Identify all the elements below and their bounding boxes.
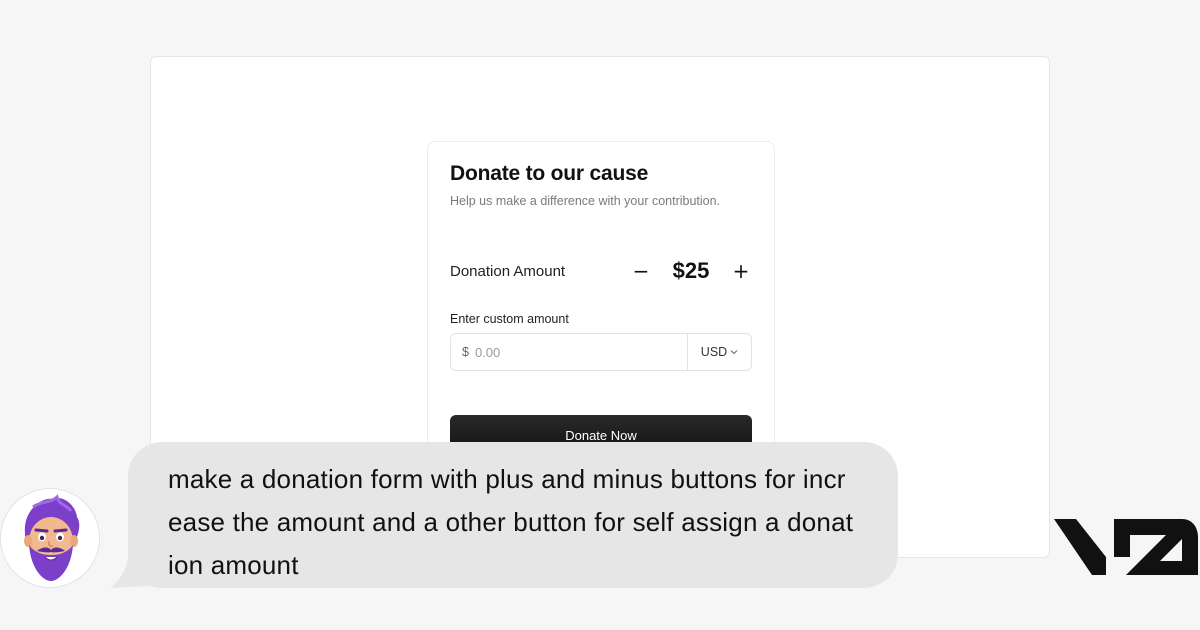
form-subtitle: Help us make a difference with your cont… — [450, 194, 721, 208]
custom-amount-wrap: $ — [451, 334, 687, 370]
donation-amount-label: Donation Amount — [450, 262, 566, 280]
plus-icon: + — [732, 259, 750, 283]
custom-amount-group: $ USD — [450, 333, 752, 371]
custom-amount-label: Enter custom amount — [450, 312, 569, 326]
increase-amount-button[interactable]: + — [730, 261, 752, 281]
decrease-amount-button[interactable]: − — [630, 261, 652, 281]
chat-bubble: make a donation form with plus and minus… — [128, 442, 898, 588]
chat-prompt-text: make a donation form with plus and minus… — [168, 464, 854, 580]
donation-amount-row: Donation Amount − $25 + — [450, 258, 752, 284]
currency-select[interactable]: USD — [687, 334, 751, 370]
amount-stepper: − $25 + — [630, 258, 752, 284]
donation-amount-value: $25 — [672, 258, 710, 283]
currency-value: USD — [700, 345, 728, 359]
avatar-illustration — [1, 489, 99, 587]
chevron-down-icon — [730, 350, 738, 355]
donation-form-card: Donate to our cause Help us make a diffe… — [427, 141, 775, 471]
form-title: Donate to our cause — [450, 162, 649, 185]
user-avatar — [0, 488, 100, 588]
minus-icon: − — [632, 259, 650, 283]
currency-symbol: $ — [462, 345, 469, 359]
custom-amount-input[interactable] — [474, 344, 687, 360]
v0-logo — [1054, 519, 1198, 575]
